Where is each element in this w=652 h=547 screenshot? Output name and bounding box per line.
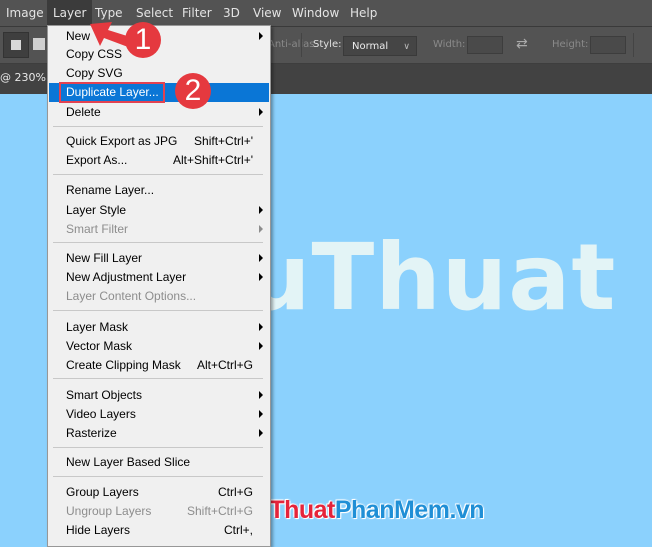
menu-item-label: Delete <box>66 105 101 119</box>
menu-item-label: Rename Layer... <box>66 183 155 197</box>
menu-item-shortcut: Ctrl+, <box>223 523 253 537</box>
menu-divider <box>53 378 263 379</box>
menu-item-label: Layer Content Options... <box>66 289 197 303</box>
menu-layer[interactable]: Layer <box>47 0 93 26</box>
menu-item-smart-objects[interactable]: Smart Objects <box>49 386 269 405</box>
menu-item-smart-filter[interactable]: Smart Filter <box>49 220 269 239</box>
menu-3d[interactable]: 3D <box>217 0 246 26</box>
menu-item-shortcut: Alt+Shift+Ctrl+' <box>173 153 253 167</box>
menu-item-new-fill-layer[interactable]: New Fill Layer <box>49 249 269 268</box>
submenu-arrow-icon <box>259 254 263 262</box>
new-selection-button[interactable] <box>3 32 29 58</box>
menu-item-label: Video Layers <box>66 407 136 421</box>
step-badge-2: 2 <box>175 73 211 109</box>
menu-help[interactable]: Help <box>344 0 383 26</box>
submenu-arrow-icon <box>259 32 263 40</box>
menu-divider <box>53 310 263 311</box>
menu-image[interactable]: Image <box>0 0 50 26</box>
menu-item-layer-content-options[interactable]: Layer Content Options... <box>49 287 269 306</box>
menu-item-label: New Fill Layer <box>66 251 143 265</box>
menu-item-export-as[interactable]: Export As... Alt+Shift+Ctrl+' <box>49 151 269 170</box>
menu-window[interactable]: Window <box>286 0 345 26</box>
height-input[interactable] <box>590 36 626 54</box>
menu-item-vector-mask[interactable]: Vector Mask <box>49 337 269 356</box>
menu-filter[interactable]: Filter <box>176 0 218 26</box>
menu-item-new-layer-based-slice[interactable]: New Layer Based Slice <box>49 453 269 472</box>
document-tab[interactable]: @ 230% ( <box>0 71 54 84</box>
submenu-arrow-icon <box>259 410 263 418</box>
menu-item-shortcut: Shift+Ctrl+' <box>194 134 253 148</box>
height-label: Height: <box>552 39 589 50</box>
menu-item-delete[interactable]: Delete <box>49 103 269 122</box>
menu-item-copy-svg[interactable]: Copy SVG <box>49 64 269 83</box>
submenu-arrow-icon <box>259 273 263 281</box>
menu-item-label: Create Clipping Mask <box>66 358 181 372</box>
submenu-arrow-icon <box>259 108 263 116</box>
menu-item-label: Hide Layers <box>66 523 131 537</box>
menu-item-hide-layers[interactable]: Hide Layers Ctrl+, <box>49 521 269 540</box>
menu-divider <box>53 174 263 175</box>
divider <box>633 33 634 57</box>
menu-item-label: Ungroup Layers <box>66 504 152 518</box>
menu-item-shortcut: Ctrl+G <box>217 485 253 499</box>
add-selection-icon[interactable] <box>33 38 45 50</box>
menu-item-label: Smart Filter <box>66 222 129 236</box>
menu-item-group-layers[interactable]: Group Layers Ctrl+G <box>49 483 269 502</box>
layer-menu: New Copy CSS Copy SVG Duplicate Layer...… <box>47 25 271 547</box>
width-input[interactable] <box>467 36 503 54</box>
menu-item-label: Layer Style <box>66 203 127 217</box>
menu-divider <box>53 126 263 127</box>
chevron-down-icon: ∨ <box>403 42 410 52</box>
menu-item-label: Smart Objects <box>66 388 143 402</box>
submenu-arrow-icon <box>259 342 263 350</box>
swap-arrows-icon[interactable]: ⇄ <box>516 36 528 52</box>
menu-item-label: New <box>66 29 91 43</box>
menu-item-label: Rasterize <box>66 426 117 440</box>
submenu-arrow-icon <box>259 429 263 437</box>
style-value: Normal <box>352 41 389 52</box>
menu-item-ungroup-layers[interactable]: Ungroup Layers Shift+Ctrl+G <box>49 502 269 521</box>
style-dropdown[interactable]: Normal ∨ <box>343 36 417 56</box>
menu-item-rename-layer[interactable]: Rename Layer... <box>49 181 269 200</box>
submenu-arrow-icon <box>259 323 263 331</box>
menu-item-create-clipping-mask[interactable]: Create Clipping Mask Alt+Ctrl+G <box>49 356 269 375</box>
menu-view[interactable]: View <box>247 0 287 26</box>
highlight-box <box>59 82 165 103</box>
menu-item-label: New Adjustment Layer <box>66 270 187 284</box>
menu-item-label: Quick Export as JPG <box>66 134 178 148</box>
menu-item-label: Export As... <box>66 153 128 167</box>
menu-item-video-layers[interactable]: Video Layers <box>49 405 269 424</box>
canvas-text: uThuat <box>245 224 617 331</box>
square-icon <box>11 40 21 50</box>
submenu-arrow-icon <box>259 206 263 214</box>
menu-item-label: Copy SVG <box>66 66 123 80</box>
antialias-label: Anti-alias <box>268 39 315 50</box>
menu-item-new-adjustment-layer[interactable]: New Adjustment Layer <box>49 268 269 287</box>
divider <box>301 33 302 57</box>
menu-item-layer-style[interactable]: Layer Style <box>49 201 269 220</box>
menu-item-shortcut: Shift+Ctrl+G <box>186 504 253 518</box>
menu-item-quick-export-jpg[interactable]: Quick Export as JPG Shift+Ctrl+' <box>49 132 269 151</box>
menu-divider <box>53 242 263 243</box>
width-label: Width: <box>433 39 466 50</box>
menu-item-label: Layer Mask <box>66 320 129 334</box>
submenu-arrow-icon <box>259 391 263 399</box>
step-badge-1: 1 <box>125 22 161 58</box>
menu-item-label: Group Layers <box>66 485 139 499</box>
menu-item-label: New Layer Based Slice <box>66 455 191 469</box>
watermark-part2: PhanMem.vn <box>334 496 485 524</box>
menu-divider <box>53 447 263 448</box>
submenu-arrow-icon <box>259 225 263 233</box>
menu-divider <box>53 476 263 477</box>
menu-item-label: Vector Mask <box>66 339 133 353</box>
menu-item-layer-mask[interactable]: Layer Mask <box>49 318 269 337</box>
menu-item-shortcut: Alt+Ctrl+G <box>196 358 253 372</box>
style-label: Style: <box>313 39 342 50</box>
menu-item-rasterize[interactable]: Rasterize <box>49 424 269 443</box>
